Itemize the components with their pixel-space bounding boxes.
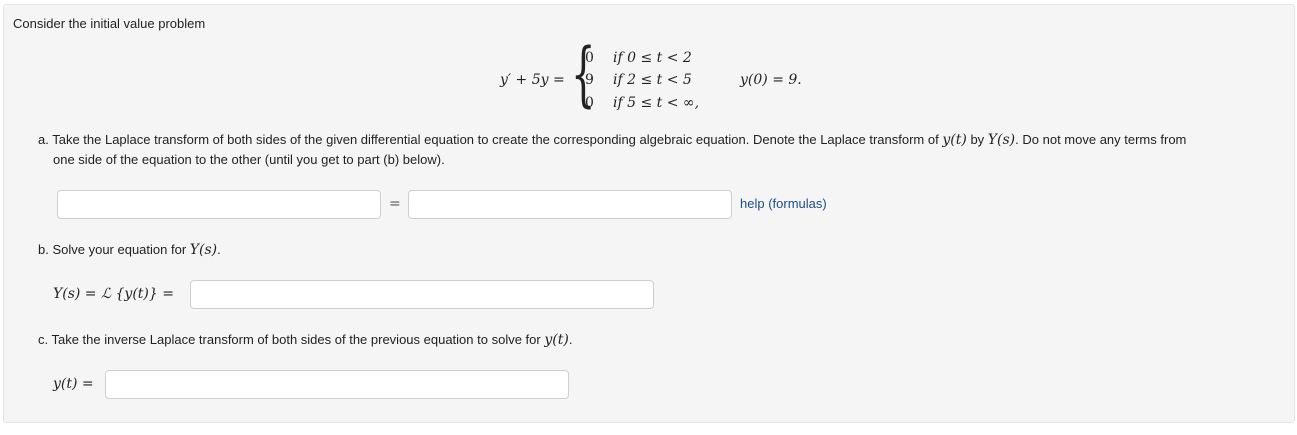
case-condition: if 5 ≤ t < ∞, (613, 95, 700, 111)
equals-sign: = (389, 196, 401, 212)
part-c-instructions: c. Take the inverse Laplace transform of… (38, 332, 572, 348)
yt-label: y(t) = (53, 376, 94, 392)
part-b-period: . (217, 242, 221, 257)
case-value: 9 (585, 72, 594, 88)
laplace-left-input[interactable] (57, 190, 381, 219)
initial-condition: y(0) = 9. (740, 72, 802, 88)
laplace-right-input[interactable] (408, 190, 732, 219)
case-condition: if 2 ≤ t < 5 (613, 72, 692, 88)
Ys-label: Y(s) = ℒ {y(t)} = (53, 286, 174, 302)
problem-intro: Consider the initial value problem (13, 16, 206, 31)
yt-symbol: y(t) (942, 132, 967, 148)
part-a-instructions-line2: one side of the equation to the other (u… (53, 152, 445, 167)
part-b-instructions: b. Solve your equation for Y(s). (38, 242, 221, 258)
yt-input[interactable] (105, 370, 569, 399)
equation-lhs: y′ + 5y = (500, 72, 565, 88)
Ys-symbol: Y(s) (987, 132, 1016, 148)
case-condition: if 0 ≤ t < 2 (613, 50, 692, 66)
help-formulas-link[interactable]: help (formulas) (740, 196, 827, 211)
part-b-text: b. Solve your equation for (38, 242, 187, 257)
part-c-text: c. Take the inverse Laplace transform of… (38, 332, 541, 347)
case-value: 0 (585, 95, 594, 111)
Ys-symbol: Y(s) (189, 242, 218, 258)
part-a-text-suffix: . Do not move any terms from (1015, 132, 1187, 147)
part-a-instructions: a. Take the Laplace transform of both si… (38, 132, 1186, 148)
by-word: by (970, 132, 985, 147)
part-c-period: . (568, 332, 573, 347)
case-value: 0 (585, 50, 594, 66)
yt-symbol: y(t) (544, 332, 569, 348)
part-a-text: a. Take the Laplace transform of both si… (38, 132, 939, 147)
Ys-input[interactable] (190, 280, 654, 309)
